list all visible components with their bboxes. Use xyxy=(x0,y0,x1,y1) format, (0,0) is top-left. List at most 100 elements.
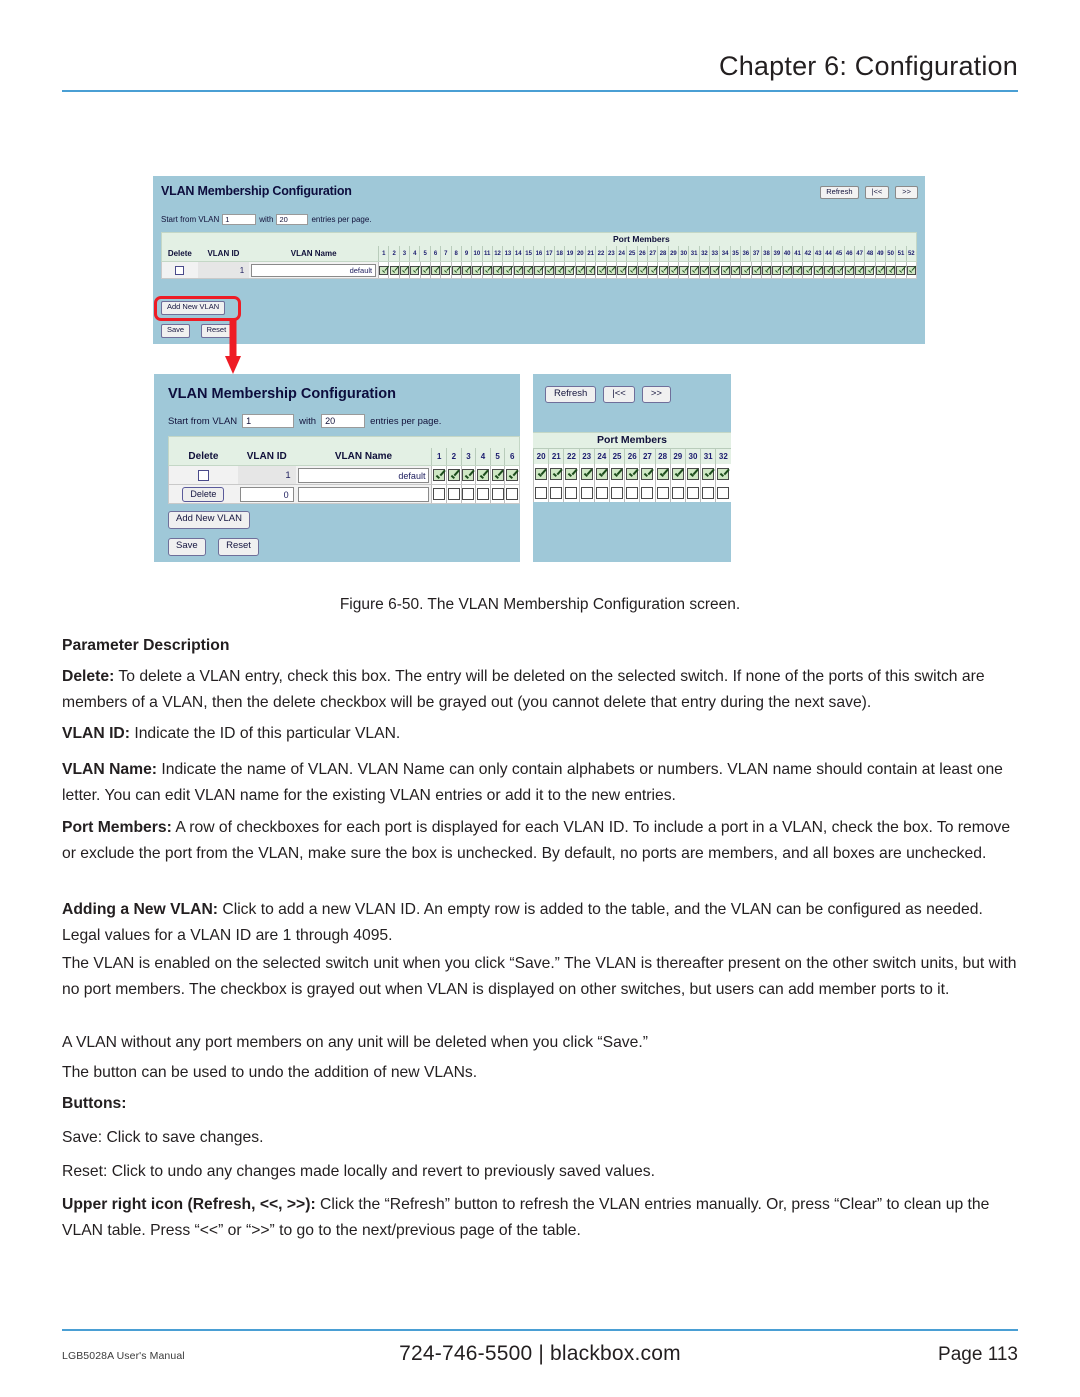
port-checkbox-37[interactable] xyxy=(751,265,761,275)
delete-checkbox[interactable] xyxy=(197,469,209,481)
port-checkbox-cell-3[interactable] xyxy=(460,485,476,503)
port-checkbox-3[interactable] xyxy=(462,469,475,481)
entries-per-page-input[interactable]: 20 xyxy=(321,414,366,428)
port-checkbox-cell-22[interactable] xyxy=(595,262,606,278)
port-checkbox-21[interactable] xyxy=(586,265,596,275)
port-checkbox-25[interactable] xyxy=(611,467,624,480)
refresh-button[interactable]: Refresh xyxy=(820,186,859,200)
port-checkbox-16[interactable] xyxy=(534,265,544,275)
port-checkbox-26[interactable] xyxy=(637,265,647,275)
port-checkbox-52[interactable] xyxy=(906,265,916,275)
port-checkbox-6[interactable] xyxy=(431,265,441,275)
port-checkbox-cell-29[interactable] xyxy=(669,464,685,483)
port-checkbox-cell-20[interactable] xyxy=(533,483,549,502)
port-checkbox-5[interactable] xyxy=(420,265,430,275)
port-checkbox-cell-7[interactable] xyxy=(440,262,451,278)
port-checkbox-cell-32[interactable] xyxy=(698,262,710,278)
row-delete-button-cell[interactable]: Delete xyxy=(169,485,238,503)
next-page-button[interactable]: >> xyxy=(641,386,671,404)
port-checkbox-cell-31[interactable] xyxy=(700,483,716,502)
port-checkbox-cell-12[interactable] xyxy=(491,262,503,278)
port-checkbox-23[interactable] xyxy=(606,265,616,275)
port-checkbox-47[interactable] xyxy=(855,265,865,275)
port-checkbox-32[interactable] xyxy=(717,486,730,499)
port-checkbox-38[interactable] xyxy=(762,265,772,275)
port-checkbox-cell-24[interactable] xyxy=(616,262,627,278)
next-page-button[interactable]: >> xyxy=(895,186,918,200)
port-checkbox-30[interactable] xyxy=(686,467,699,480)
port-checkbox-41[interactable] xyxy=(793,265,803,275)
port-checkbox-cell-23[interactable] xyxy=(578,483,594,502)
port-checkbox-7[interactable] xyxy=(441,265,451,275)
row-vlan-name-cell[interactable]: default xyxy=(249,262,379,278)
port-checkbox-cell-11[interactable] xyxy=(481,262,492,278)
port-checkbox-cell-3[interactable] xyxy=(460,466,476,484)
port-checkbox-cell-20[interactable] xyxy=(533,464,549,483)
port-checkbox-cell-25[interactable] xyxy=(608,464,625,483)
port-checkbox-31[interactable] xyxy=(702,467,715,480)
port-checkbox-6[interactable] xyxy=(506,469,519,481)
port-checkbox-cell-25[interactable] xyxy=(626,262,637,278)
port-checkbox-cell-36[interactable] xyxy=(740,262,751,278)
port-checkbox-4[interactable] xyxy=(477,469,490,481)
port-checkbox-43[interactable] xyxy=(813,265,823,275)
port-checkbox-14[interactable] xyxy=(513,265,523,275)
port-checkbox-28[interactable] xyxy=(656,486,669,499)
port-checkbox-cell-22[interactable] xyxy=(563,464,579,483)
port-member-checkboxes[interactable] xyxy=(431,466,520,484)
port-checkbox-cell-26[interactable] xyxy=(624,483,640,502)
port-checkbox-cell-45[interactable] xyxy=(833,262,844,278)
port-checkbox-cell-25[interactable] xyxy=(608,483,625,502)
port-checkbox-29[interactable] xyxy=(671,486,684,499)
port-checkbox-44[interactable] xyxy=(824,265,834,275)
port-checkbox-cell-35[interactable] xyxy=(729,262,741,278)
reset-button[interactable]: Reset xyxy=(218,538,259,556)
port-checkbox-cell-42[interactable] xyxy=(802,262,813,278)
port-checkbox-18[interactable] xyxy=(555,265,565,275)
port-checkbox-cell-19[interactable] xyxy=(564,262,575,278)
port-checkbox-22[interactable] xyxy=(565,486,578,499)
port-checkbox-29[interactable] xyxy=(671,467,684,480)
start-from-input[interactable]: 1 xyxy=(222,214,257,225)
row-delete-cell[interactable] xyxy=(162,262,198,278)
port-checkbox-cell-29[interactable] xyxy=(669,483,685,502)
port-checkbox-24[interactable] xyxy=(595,467,608,480)
port-checkbox-1[interactable] xyxy=(433,469,446,481)
port-checkbox-27[interactable] xyxy=(641,467,654,480)
port-checkbox-cell-26[interactable] xyxy=(624,464,640,483)
port-checkbox-19[interactable] xyxy=(565,265,575,275)
port-checkbox-25[interactable] xyxy=(611,486,624,499)
port-checkbox-cell-14[interactable] xyxy=(512,262,523,278)
port-checkbox-cell-50[interactable] xyxy=(884,262,896,278)
start-from-input[interactable]: 1 xyxy=(242,414,295,428)
port-checkbox-cell-34[interactable] xyxy=(719,262,730,278)
port-checkbox-42[interactable] xyxy=(803,265,813,275)
port-checkbox-46[interactable] xyxy=(844,265,854,275)
port-checkbox-cell-24[interactable] xyxy=(593,483,609,502)
port-checkbox-cell-27[interactable] xyxy=(639,464,655,483)
port-checkbox-30[interactable] xyxy=(686,486,699,499)
delete-checkbox[interactable] xyxy=(175,265,185,275)
port-member-checkboxes-row1[interactable] xyxy=(533,464,731,483)
port-checkbox-cell-23[interactable] xyxy=(578,464,594,483)
add-new-vlan-button[interactable]: Add New VLAN xyxy=(161,301,226,315)
port-checkbox-cell-44[interactable] xyxy=(822,262,834,278)
port-checkbox-28[interactable] xyxy=(658,265,668,275)
port-checkbox-cell-22[interactable] xyxy=(563,483,579,502)
port-checkbox-cell-47[interactable] xyxy=(853,262,865,278)
port-checkbox-20[interactable] xyxy=(535,486,548,499)
vlan-id-input[interactable]: 0 xyxy=(239,486,294,502)
port-checkbox-27[interactable] xyxy=(641,486,654,499)
port-checkbox-cell-41[interactable] xyxy=(791,262,803,278)
port-checkbox-cell-48[interactable] xyxy=(864,262,875,278)
port-checkbox-48[interactable] xyxy=(865,265,875,275)
port-checkbox-22[interactable] xyxy=(565,467,578,480)
port-checkbox-20[interactable] xyxy=(575,265,585,275)
port-checkbox-49[interactable] xyxy=(875,265,885,275)
port-checkbox-27[interactable] xyxy=(648,265,658,275)
port-checkbox-4[interactable] xyxy=(410,265,420,275)
add-new-vlan-button[interactable]: Add New VLAN xyxy=(168,511,251,529)
port-checkbox-cell-51[interactable] xyxy=(895,262,906,278)
port-checkbox-25[interactable] xyxy=(627,265,637,275)
port-checkbox-40[interactable] xyxy=(782,265,792,275)
